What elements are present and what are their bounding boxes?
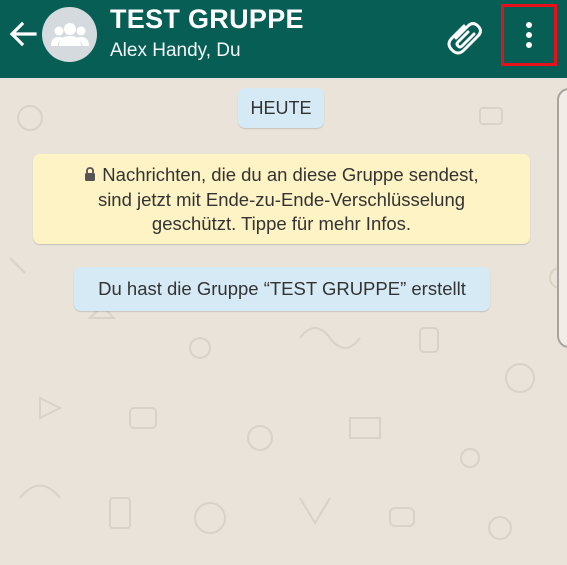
more-vertical-icon: [526, 22, 532, 48]
back-button[interactable]: [8, 19, 38, 49]
system-message: Du hast die Gruppe “TEST GRUPPE” erstell…: [74, 267, 490, 311]
notice-text-3: geschützt. Tippe für mehr Infos.: [151, 213, 412, 234]
paperclip-icon: [447, 22, 482, 55]
chat-area[interactable]: HEUTE Nachrichten, die du an diese Grupp…: [0, 78, 567, 565]
wallpaper-doodle-pattern: [9, 105, 567, 540]
notice-line-1: Nachrichten, die du an diese Gruppe send…: [33, 163, 530, 188]
side-panel-edge[interactable]: [557, 88, 567, 348]
group-members[interactable]: Alex Handy, Du: [110, 40, 241, 62]
date-chip: HEUTE: [238, 88, 324, 128]
lock-icon: [84, 164, 96, 188]
encryption-notice[interactable]: Nachrichten, die du an diese Gruppe send…: [33, 154, 530, 244]
more-options-button[interactable]: [501, 4, 557, 66]
group-icon: [50, 22, 89, 46]
arrow-left-icon: [9, 21, 37, 47]
chat-header: TEST GRUPPE Alex Handy, Du: [0, 0, 567, 78]
group-avatar[interactable]: [42, 7, 97, 62]
notice-text-1: Nachrichten, die du an diese Gruppe send…: [102, 164, 479, 185]
attach-button[interactable]: [444, 16, 484, 56]
group-title[interactable]: TEST GRUPPE: [110, 4, 304, 35]
notice-text-2: sind jetzt mit Ende-zu-Ende-Verschlüssel…: [97, 189, 466, 210]
